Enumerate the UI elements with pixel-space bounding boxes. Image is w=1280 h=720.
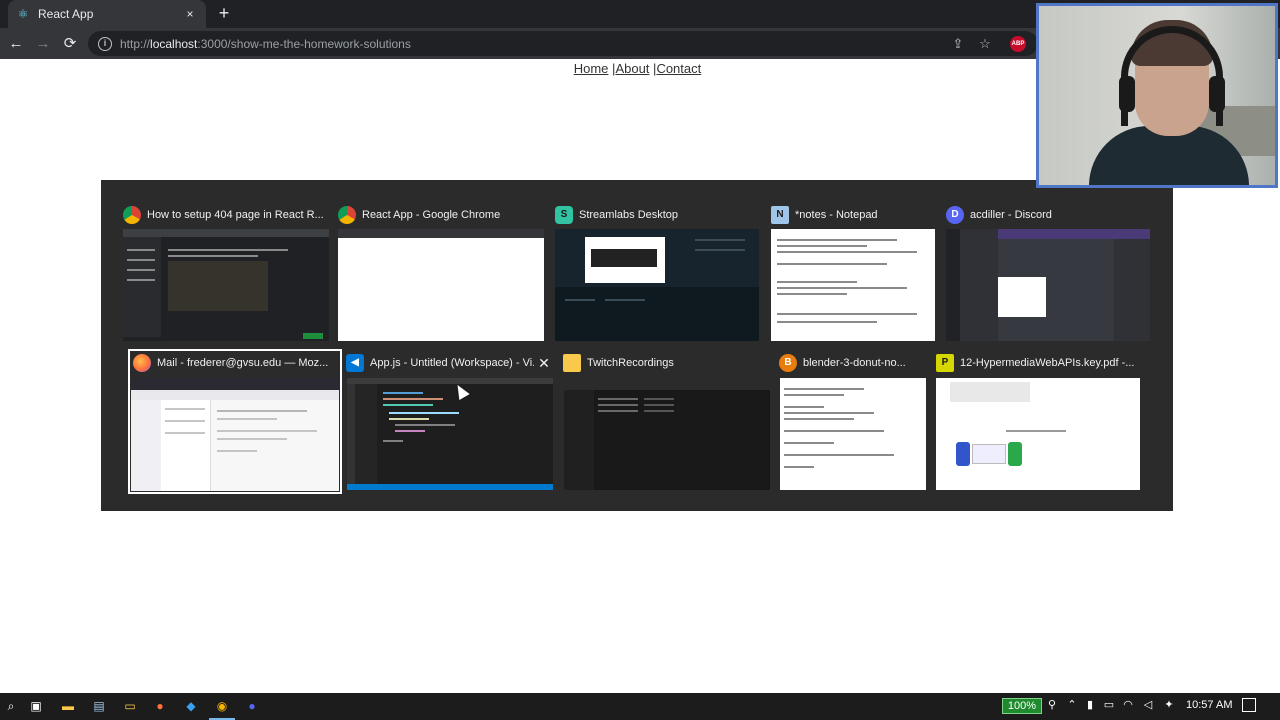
chrome-icon xyxy=(123,206,141,224)
discord-taskbar-icon[interactable]: ● xyxy=(243,697,261,715)
url-text: http://localhost:3000/show-me-the-homewo… xyxy=(120,36,411,51)
task-view-icon[interactable]: ▣ xyxy=(27,697,45,715)
window-thumbnail xyxy=(347,378,553,490)
window-title: App.js - Untitled (Workspace) - Vi... xyxy=(370,357,534,369)
firefox-taskbar-icon[interactable]: ● xyxy=(151,697,169,715)
window-title: Streamlabs Desktop xyxy=(579,209,679,221)
bookmark-star-icon[interactable]: ☆ xyxy=(976,35,994,53)
system-clock[interactable]: 10:57 AM xyxy=(1186,699,1232,711)
address-bar[interactable]: i http://localhost:3000/show-me-the-home… xyxy=(88,31,1038,56)
window-title-row: Mail - frederer@gvsu.edu — Moz... xyxy=(133,351,341,375)
file-explorer-icon[interactable]: ▬ xyxy=(59,697,77,715)
close-window-button[interactable]: ✕ xyxy=(536,355,552,372)
mic-icon[interactable]: ▮ xyxy=(1082,697,1098,713)
window-card[interactable]: React App - Google Chrome xyxy=(338,203,544,343)
chrome-taskbar-icon[interactable]: ◉ xyxy=(209,697,235,720)
window-card-selected[interactable]: Mail - frederer@gvsu.edu — Moz... xyxy=(128,349,342,494)
vscode-taskbar-icon[interactable]: ◆ xyxy=(182,697,200,715)
tab-title: React App xyxy=(38,7,94,21)
window-title-row: N *notes - Notepad xyxy=(771,203,937,227)
window-title: Mail - frederer@gvsu.edu — Moz... xyxy=(157,357,329,369)
window-card[interactable]: N *notes - Notepad xyxy=(771,203,937,343)
window-card[interactable]: S Streamlabs Desktop xyxy=(555,203,761,343)
streamlabs-icon: S xyxy=(555,206,573,224)
window-title-row: S Streamlabs Desktop xyxy=(555,203,761,227)
task-switcher: How to setup 404 page in React R... Reac… xyxy=(101,180,1173,511)
adblock-extension-icon[interactable]: ABP xyxy=(1010,36,1026,52)
window-title: How to setup 404 page in React R... xyxy=(147,209,324,221)
window-card[interactable]: ◀ App.js - Untitled (Workspace) - Vi... … xyxy=(346,351,554,492)
window-thumbnail xyxy=(771,229,935,341)
window-title: blender-3-donut-no... xyxy=(803,357,906,369)
discord-icon: D xyxy=(946,206,964,224)
volume-icon[interactable]: ◁ xyxy=(1140,697,1156,713)
window-thumbnail xyxy=(555,229,759,341)
headphones-icon xyxy=(1121,26,1223,126)
pdf-icon: P xyxy=(936,354,954,372)
share-icon[interactable]: ⇪ xyxy=(949,35,967,53)
window-title: TwitchRecordings xyxy=(587,357,674,369)
window-title: React App - Google Chrome xyxy=(362,209,501,221)
notepad-taskbar-icon[interactable]: ▤ xyxy=(90,697,108,715)
firefox-icon xyxy=(133,354,151,372)
window-title: acdiller - Discord xyxy=(970,209,1052,221)
nav-about-link[interactable]: About xyxy=(615,61,649,76)
webcam-overlay xyxy=(1036,3,1278,188)
forward-button[interactable]: → xyxy=(33,34,53,54)
new-tab-button[interactable]: + xyxy=(214,3,234,23)
microphone-icon[interactable]: ⚲ xyxy=(1044,697,1060,713)
search-icon[interactable]: ⌕ xyxy=(2,697,20,715)
window-card[interactable]: TwitchRecordings xyxy=(563,351,771,492)
chevron-up-icon[interactable]: ⌃ xyxy=(1064,697,1080,713)
chrome-icon xyxy=(338,206,356,224)
browser-tab[interactable]: ⚛ React App × xyxy=(8,0,206,28)
nav-home-link[interactable]: Home xyxy=(574,61,609,76)
window-title-row: TwitchRecordings xyxy=(563,351,771,375)
window-card[interactable]: How to setup 404 page in React R... xyxy=(123,203,329,343)
window-thumbnail xyxy=(936,378,1140,490)
back-button[interactable]: ← xyxy=(6,34,26,54)
nav-contact-link[interactable]: Contact xyxy=(656,61,701,76)
dropbox-icon[interactable]: ✦ xyxy=(1161,697,1177,713)
folder-icon xyxy=(563,354,581,372)
window-title-row: React App - Google Chrome xyxy=(338,203,544,227)
vscode-icon: ◀ xyxy=(346,354,364,372)
notepad-icon: N xyxy=(771,206,789,224)
reload-button[interactable]: ⟳ xyxy=(60,34,80,54)
window-title: 12-HypermediaWebAPIs.key.pdf -... xyxy=(960,357,1135,369)
window-card[interactable]: B blender-3-donut-no... xyxy=(779,351,927,492)
site-info-icon[interactable]: i xyxy=(98,36,112,51)
window-card[interactable]: P 12-HypermediaWebAPIs.key.pdf -... xyxy=(936,351,1142,492)
window-title: *notes - Notepad xyxy=(795,209,878,221)
react-icon: ⚛ xyxy=(17,7,29,21)
headphone-earcup xyxy=(1209,76,1225,112)
wifi-icon[interactable]: ◠ xyxy=(1120,697,1136,713)
battery-indicator[interactable]: 100% xyxy=(1002,698,1042,714)
headphone-earcup xyxy=(1119,76,1135,112)
window-title-row: P 12-HypermediaWebAPIs.key.pdf -... xyxy=(936,351,1142,375)
window-title-row: ◀ App.js - Untitled (Workspace) - Vi... xyxy=(346,351,534,375)
window-card[interactable]: D acdiller - Discord xyxy=(946,203,1152,343)
window-thumbnail xyxy=(338,229,544,341)
notification-center-icon[interactable] xyxy=(1242,698,1256,712)
window-thumbnail xyxy=(780,378,926,490)
window-title-row: How to setup 404 page in React R... xyxy=(123,203,329,227)
folder-taskbar-icon[interactable]: ▭ xyxy=(121,697,139,715)
window-title-row: D acdiller - Discord xyxy=(946,203,1152,227)
window-thumbnail xyxy=(123,229,329,341)
window-thumbnail xyxy=(131,378,339,491)
window-title-row: B blender-3-donut-no... xyxy=(779,351,927,375)
close-tab-icon[interactable]: × xyxy=(182,7,198,21)
power-icon[interactable]: ▭ xyxy=(1101,697,1117,713)
blender-icon: B xyxy=(779,354,797,372)
window-thumbnail xyxy=(946,229,1150,341)
window-thumbnail xyxy=(564,378,770,490)
